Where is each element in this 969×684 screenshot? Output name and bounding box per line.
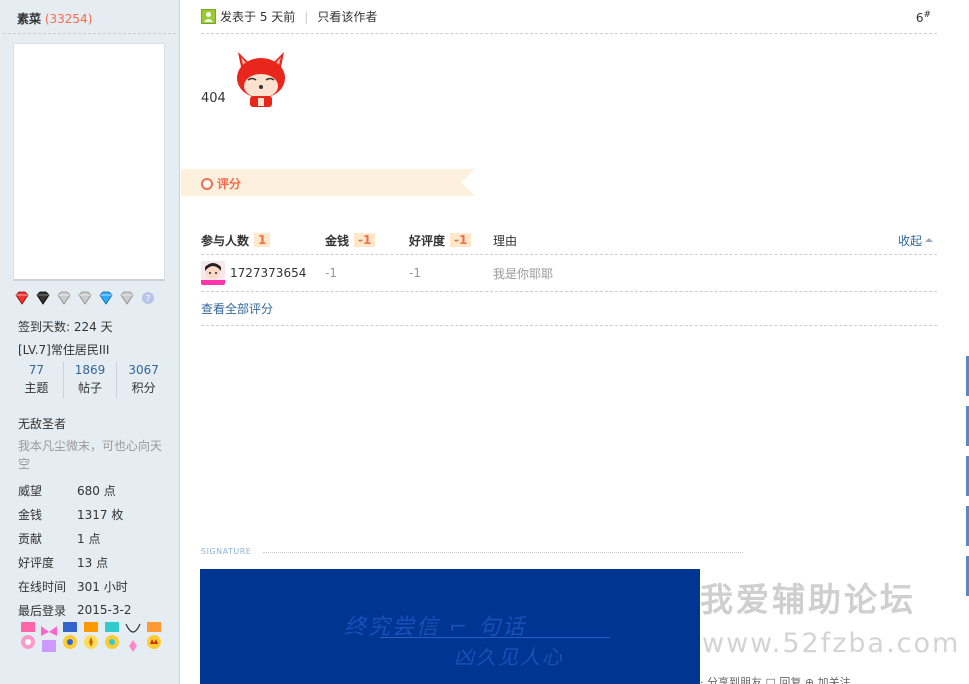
row-reputation: -1	[409, 266, 421, 280]
stat-threads[interactable]: 77 主题	[10, 362, 64, 398]
checkin-days: 签到天数: 224 天	[18, 320, 113, 334]
rater-name[interactable]: 1727373654	[230, 266, 306, 280]
medal-necklace-icon[interactable]	[123, 622, 143, 658]
medal-blue-icon[interactable]	[60, 622, 80, 658]
table-row: 1727373654 -1 -1 我是你耶耶	[201, 255, 937, 292]
rating-header: 评分	[181, 169, 475, 196]
post-time: 发表于 5 天前	[220, 10, 296, 24]
stat-posts[interactable]: 1869 帖子	[64, 362, 118, 398]
reputation-total: -1	[450, 233, 472, 247]
user-gems: ?	[14, 291, 156, 305]
gem-blue-icon[interactable]	[98, 291, 114, 305]
money-total: -1	[354, 233, 376, 247]
participants-label: 参与人数	[201, 233, 250, 248]
collapse-button[interactable]: 收起	[898, 232, 933, 249]
post-main: 发表于 5 天前 | 只看该作者 6# 404 评分 参与人数 1 金钱 -1 …	[181, 0, 969, 684]
reason-label: 理由	[493, 233, 518, 248]
only-author-link[interactable]: 只看该作者	[317, 8, 377, 25]
signature-stroke	[380, 637, 610, 638]
post-header: 发表于 5 天前 | 只看该作者 6#	[201, 0, 937, 34]
participants-count: 1	[254, 233, 271, 247]
rating-title: 评分	[217, 177, 242, 191]
stat-credits[interactable]: 3067 积分	[117, 362, 170, 398]
gem-red-icon[interactable]	[14, 291, 30, 305]
medal-pink-icon[interactable]	[18, 622, 38, 658]
medal-bow-icon[interactable]	[39, 622, 59, 658]
avatar[interactable]	[13, 43, 165, 281]
info-row: 最后登录 2015-3-2	[18, 603, 132, 618]
info-row: 好评度 13 点	[18, 555, 109, 570]
info-row: 在线时间 301 小时	[18, 579, 128, 594]
gem-gray-icon[interactable]	[77, 291, 93, 305]
rater-avatar[interactable]	[201, 261, 225, 285]
medal-cyan-icon[interactable]	[102, 622, 122, 658]
info-row: 金钱 1317 枚	[18, 507, 124, 522]
gem-dark-icon[interactable]	[35, 291, 51, 305]
watermark-title: 我爱辅助论坛	[700, 580, 916, 619]
user-level[interactable]: [LV.7]常住居民III	[18, 341, 109, 358]
info-row: 威望 680 点	[18, 483, 116, 498]
question-mark-icon[interactable]: ?	[140, 291, 156, 305]
post-content: 404	[201, 44, 290, 108]
user-sidebar: 素菜 (33254) ? 签到天数: 224 天 [LV.7]常住居民III 7…	[0, 0, 180, 684]
medal-crown-icon[interactable]	[144, 622, 164, 658]
post-actions-strip[interactable]: · 分享到朋友 □ 回复 ⊕ 加关注	[700, 674, 969, 684]
user-stats: 77 主题 1869 帖子 3067 积分	[10, 362, 170, 398]
gem-gray-icon[interactable]	[119, 291, 135, 305]
gem-gray-icon[interactable]	[56, 291, 72, 305]
signature-banner: 终究尝信 ⌐ 句话 凶久见人心	[200, 569, 700, 684]
custom-title: 无敌圣者	[18, 417, 67, 431]
info-row: 贡献 1 点	[18, 531, 101, 546]
money-label: 金钱	[325, 233, 350, 248]
signature-divider	[263, 552, 743, 553]
online-status-icon	[201, 9, 216, 24]
username-row: 素菜 (33254)	[3, 0, 176, 34]
header-divider: |	[304, 9, 309, 24]
username-link[interactable]: 素菜	[17, 12, 41, 26]
user-uid: 33254	[49, 12, 88, 26]
post-text: 404	[201, 91, 226, 106]
user-motto: 我本凡尘微末，可也心向天空	[18, 439, 163, 471]
user-info-table: 威望 680 点 金钱 1317 枚 贡献 1 点 好评度 13 点 在线时间 301 小…	[18, 478, 131, 622]
watermark-url: www.52fzba.com	[702, 628, 961, 659]
row-reason: 我是你耶耶	[493, 266, 554, 281]
view-all-ratings-link[interactable]: 查看全部评分	[201, 300, 273, 317]
signature-line-2: 凶久见人心	[454, 645, 564, 669]
medal-badges	[18, 622, 164, 658]
rating-table-header: 参与人数 1 金钱 -1 好评度 -1 理由 收起	[201, 226, 937, 255]
reputation-label: 好评度	[409, 233, 446, 248]
row-money: -1	[325, 266, 337, 280]
rating-circle-icon	[201, 177, 213, 190]
medal-gold-icon[interactable]	[81, 622, 101, 658]
signature-label: SIGNATURE	[201, 547, 252, 556]
fox-emoticon	[236, 52, 285, 107]
floor-number[interactable]: 6#	[916, 10, 931, 25]
svg-text:?: ?	[146, 295, 151, 305]
collapse-arrow-icon	[925, 238, 933, 242]
rating-table: 参与人数 1 金钱 -1 好评度 -1 理由 收起 1727373654 -1 -1 …	[201, 226, 937, 326]
